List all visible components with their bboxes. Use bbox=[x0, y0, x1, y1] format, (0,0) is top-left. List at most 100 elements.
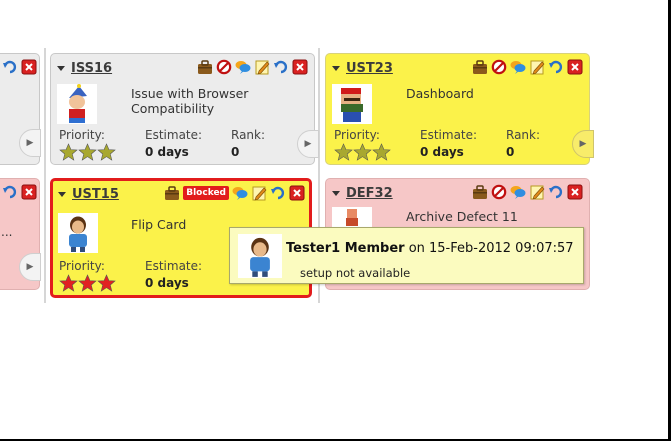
estimate-field: Estimate: 0 days bbox=[145, 259, 202, 290]
undo-icon[interactable] bbox=[2, 184, 18, 200]
estimate-value: 0 days bbox=[420, 145, 464, 159]
avatar bbox=[332, 84, 372, 124]
collapse-caret-icon[interactable] bbox=[332, 190, 340, 196]
collapse-caret-icon[interactable] bbox=[332, 65, 340, 71]
close-icon[interactable] bbox=[289, 185, 305, 201]
rank-label: Rank: bbox=[231, 128, 266, 142]
comment-timestamp: on 15-Feb-2012 09:07:57 bbox=[408, 241, 574, 256]
priority-label: Priority: bbox=[334, 128, 380, 142]
card-title: Issue with Browser Compatibility bbox=[131, 86, 249, 116]
estimate-label: Estimate: bbox=[145, 259, 203, 273]
priority-label: Priority: bbox=[59, 128, 105, 142]
commenter-avatar bbox=[238, 234, 282, 278]
avatar bbox=[332, 207, 372, 227]
undo-icon[interactable] bbox=[2, 59, 18, 75]
blocked-badge[interactable]: Blocked bbox=[183, 186, 229, 200]
comment-icon[interactable] bbox=[510, 59, 526, 75]
card-header: ISS16 bbox=[57, 59, 112, 77]
rank-field: Rank: 0 bbox=[231, 128, 265, 159]
expand-button[interactable]: ▶ bbox=[19, 253, 41, 281]
card-header: UST23 bbox=[332, 59, 393, 77]
card-id-link[interactable]: UST15 bbox=[72, 187, 119, 202]
comment-header: Tester1 Member on 15-Feb-2012 09:07:57 bbox=[286, 241, 574, 256]
rank-value: 0 bbox=[506, 145, 515, 159]
close-icon[interactable] bbox=[567, 184, 583, 200]
close-icon[interactable] bbox=[567, 59, 583, 75]
expand-button[interactable]: ▶ bbox=[572, 130, 594, 158]
card-partial-left-top[interactable]: ▶ bbox=[0, 53, 41, 165]
card-id-link[interactable]: ISS16 bbox=[71, 61, 112, 76]
briefcase-icon[interactable] bbox=[472, 184, 488, 200]
comment-tooltip: Tester1 Member on 15-Feb-2012 09:07:57 s… bbox=[229, 227, 584, 284]
close-icon[interactable] bbox=[292, 59, 308, 75]
edit-icon[interactable] bbox=[251, 185, 267, 201]
priority-field: Priority: bbox=[334, 128, 391, 162]
card-header: UST15 bbox=[58, 185, 119, 203]
star-icon bbox=[353, 143, 372, 162]
briefcase-icon[interactable] bbox=[197, 59, 213, 75]
priority-field: Priority: bbox=[59, 128, 116, 162]
comment-icon[interactable] bbox=[232, 185, 248, 201]
undo-icon[interactable] bbox=[548, 59, 564, 75]
estimate-value: 0 days bbox=[145, 276, 189, 290]
star-icon bbox=[78, 274, 97, 293]
card-title: Archive Defect 11 bbox=[406, 209, 518, 224]
rank-label: Rank: bbox=[506, 128, 541, 142]
undo-icon[interactable] bbox=[273, 59, 289, 75]
column-divider-left bbox=[44, 48, 46, 303]
priority-label: Priority: bbox=[59, 259, 105, 273]
collapse-caret-icon[interactable] bbox=[58, 191, 66, 197]
star-icon bbox=[59, 274, 78, 293]
card-tools bbox=[472, 59, 583, 75]
comment-icon[interactable] bbox=[510, 184, 526, 200]
rank-value: 0 bbox=[231, 145, 240, 159]
truncated-text: ... bbox=[1, 225, 13, 239]
close-icon[interactable] bbox=[21, 59, 37, 75]
undo-icon[interactable] bbox=[270, 185, 286, 201]
priority-field: Priority: bbox=[59, 259, 116, 293]
edit-icon[interactable] bbox=[529, 59, 545, 75]
block-icon[interactable] bbox=[491, 184, 507, 200]
briefcase-icon[interactable] bbox=[472, 59, 488, 75]
estimate-value: 0 days bbox=[145, 145, 189, 159]
priority-stars[interactable] bbox=[334, 143, 391, 162]
expand-button[interactable]: ▶ bbox=[297, 130, 319, 158]
card-iss16[interactable]: ISS16 Issue with Browser Compatibility P… bbox=[50, 53, 319, 165]
briefcase-icon[interactable] bbox=[164, 185, 180, 201]
card-partial-left-bottom[interactable]: ... ▶ bbox=[0, 178, 41, 290]
card-id-link[interactable]: DEF32 bbox=[346, 186, 393, 201]
card-tools bbox=[2, 59, 37, 75]
avatar bbox=[58, 213, 98, 253]
card-tools: Blocked bbox=[164, 185, 305, 201]
avatar bbox=[57, 84, 97, 124]
rank-field: Rank: 0 bbox=[506, 128, 540, 159]
card-tools bbox=[472, 184, 583, 200]
edit-icon[interactable] bbox=[529, 184, 545, 200]
card-ust23[interactable]: UST23 Dashboard Priority: Estimate: 0 da… bbox=[325, 53, 594, 165]
undo-icon[interactable] bbox=[548, 184, 564, 200]
comment-message: setup not available bbox=[300, 266, 411, 280]
block-icon[interactable] bbox=[216, 59, 232, 75]
star-icon bbox=[97, 274, 116, 293]
star-icon bbox=[372, 143, 391, 162]
edit-icon[interactable] bbox=[254, 59, 270, 75]
star-icon bbox=[78, 143, 97, 162]
star-icon bbox=[59, 143, 78, 162]
card-title: Dashboard bbox=[406, 86, 474, 101]
card-id-link[interactable]: UST23 bbox=[346, 61, 393, 76]
estimate-field: Estimate: 0 days bbox=[145, 128, 202, 159]
collapse-caret-icon[interactable] bbox=[57, 65, 65, 71]
priority-stars[interactable] bbox=[59, 274, 116, 293]
star-icon bbox=[97, 143, 116, 162]
card-tools bbox=[2, 184, 37, 200]
comment-icon[interactable] bbox=[235, 59, 251, 75]
block-icon[interactable] bbox=[491, 59, 507, 75]
estimate-label: Estimate: bbox=[145, 128, 203, 142]
card-header: DEF32 bbox=[332, 184, 393, 202]
estimate-label: Estimate: bbox=[420, 128, 478, 142]
star-icon bbox=[334, 143, 353, 162]
expand-button[interactable]: ▶ bbox=[19, 129, 41, 157]
close-icon[interactable] bbox=[21, 184, 37, 200]
priority-stars[interactable] bbox=[59, 143, 116, 162]
estimate-field: Estimate: 0 days bbox=[420, 128, 477, 159]
